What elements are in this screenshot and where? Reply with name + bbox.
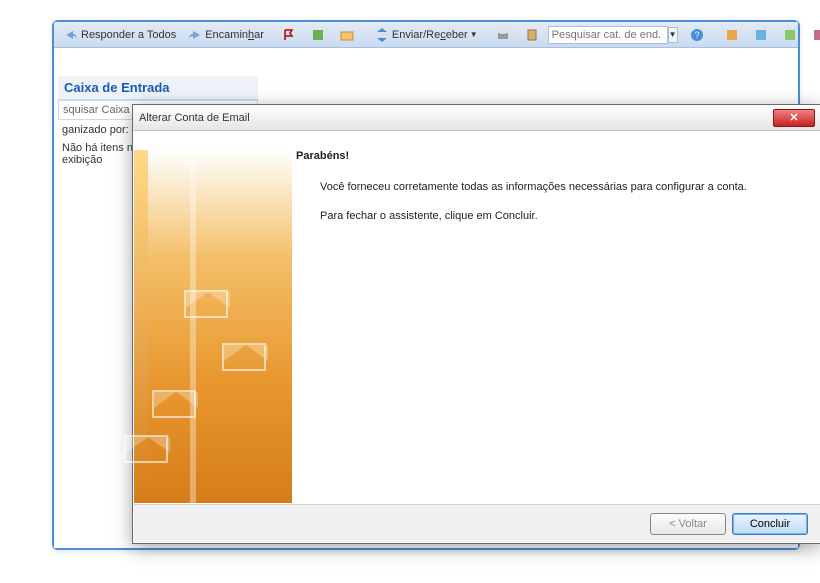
- search-address-input[interactable]: [548, 26, 668, 44]
- toolbar: Responder a Todos Encaminhar: [54, 22, 798, 48]
- misc-icon: [754, 28, 768, 42]
- back-button: < Voltar: [650, 513, 726, 535]
- book-icon: [525, 28, 539, 42]
- dialog-footer: < Voltar Concluir: [134, 504, 820, 542]
- search-dropdown[interactable]: ▼: [668, 27, 678, 43]
- dialog-body: Parabéns! Você forneceu corretamente tod…: [134, 132, 820, 503]
- envelope-icon: [152, 390, 196, 418]
- misc-icon: [812, 28, 820, 42]
- send-receive-button[interactable]: Enviar/Receber ▼: [369, 26, 484, 44]
- follow-up-button[interactable]: [334, 26, 363, 44]
- forward-icon: [188, 28, 202, 42]
- dialog-content: Parabéns! Você forneceu corretamente tod…: [296, 150, 810, 239]
- send-receive-icon: [375, 28, 389, 42]
- flag-button[interactable]: [276, 26, 305, 44]
- finish-button[interactable]: Concluir: [732, 513, 808, 535]
- svg-text:?: ?: [694, 30, 699, 40]
- dialog-heading: Parabéns!: [296, 150, 810, 162]
- forward-button[interactable]: Encaminhar: [182, 26, 270, 44]
- flag-icon: [282, 28, 296, 42]
- print-icon: [496, 28, 510, 42]
- categorize-button[interactable]: [305, 26, 334, 44]
- help-button[interactable]: ?: [684, 26, 713, 44]
- close-icon[interactable]: ✕: [773, 109, 815, 127]
- reply-all-button[interactable]: Responder a Todos: [58, 26, 182, 44]
- envelope-icon: [184, 290, 228, 318]
- print-button[interactable]: [490, 26, 519, 44]
- categorize-icon: [311, 28, 325, 42]
- email-account-dialog: Alterar Conta de Email ✕ Parabéns! Você …: [132, 104, 820, 544]
- misc-icon: [725, 28, 739, 42]
- tool-button-4[interactable]: [806, 26, 820, 44]
- dialog-titlebar: Alterar Conta de Email ✕: [133, 105, 820, 131]
- tool-button-1[interactable]: [719, 26, 748, 44]
- dialog-text-2: Para fechar o assistente, clique em Conc…: [320, 209, 810, 224]
- tool-button-2[interactable]: [748, 26, 777, 44]
- misc-icon: [783, 28, 797, 42]
- dialog-title: Alterar Conta de Email: [139, 112, 773, 124]
- envelope-icon: [222, 343, 266, 371]
- address-book-button[interactable]: [519, 26, 548, 44]
- envelope-icon: [124, 435, 168, 463]
- reply-all-icon: [64, 28, 78, 42]
- help-icon: ?: [690, 28, 704, 42]
- folder-icon: [340, 28, 354, 42]
- panel-title: Caixa de Entrada: [58, 76, 258, 100]
- dialog-text-1: Você forneceu corretamente todas as info…: [320, 180, 810, 195]
- dialog-artwork: [134, 150, 292, 503]
- tool-button-3[interactable]: [777, 26, 806, 44]
